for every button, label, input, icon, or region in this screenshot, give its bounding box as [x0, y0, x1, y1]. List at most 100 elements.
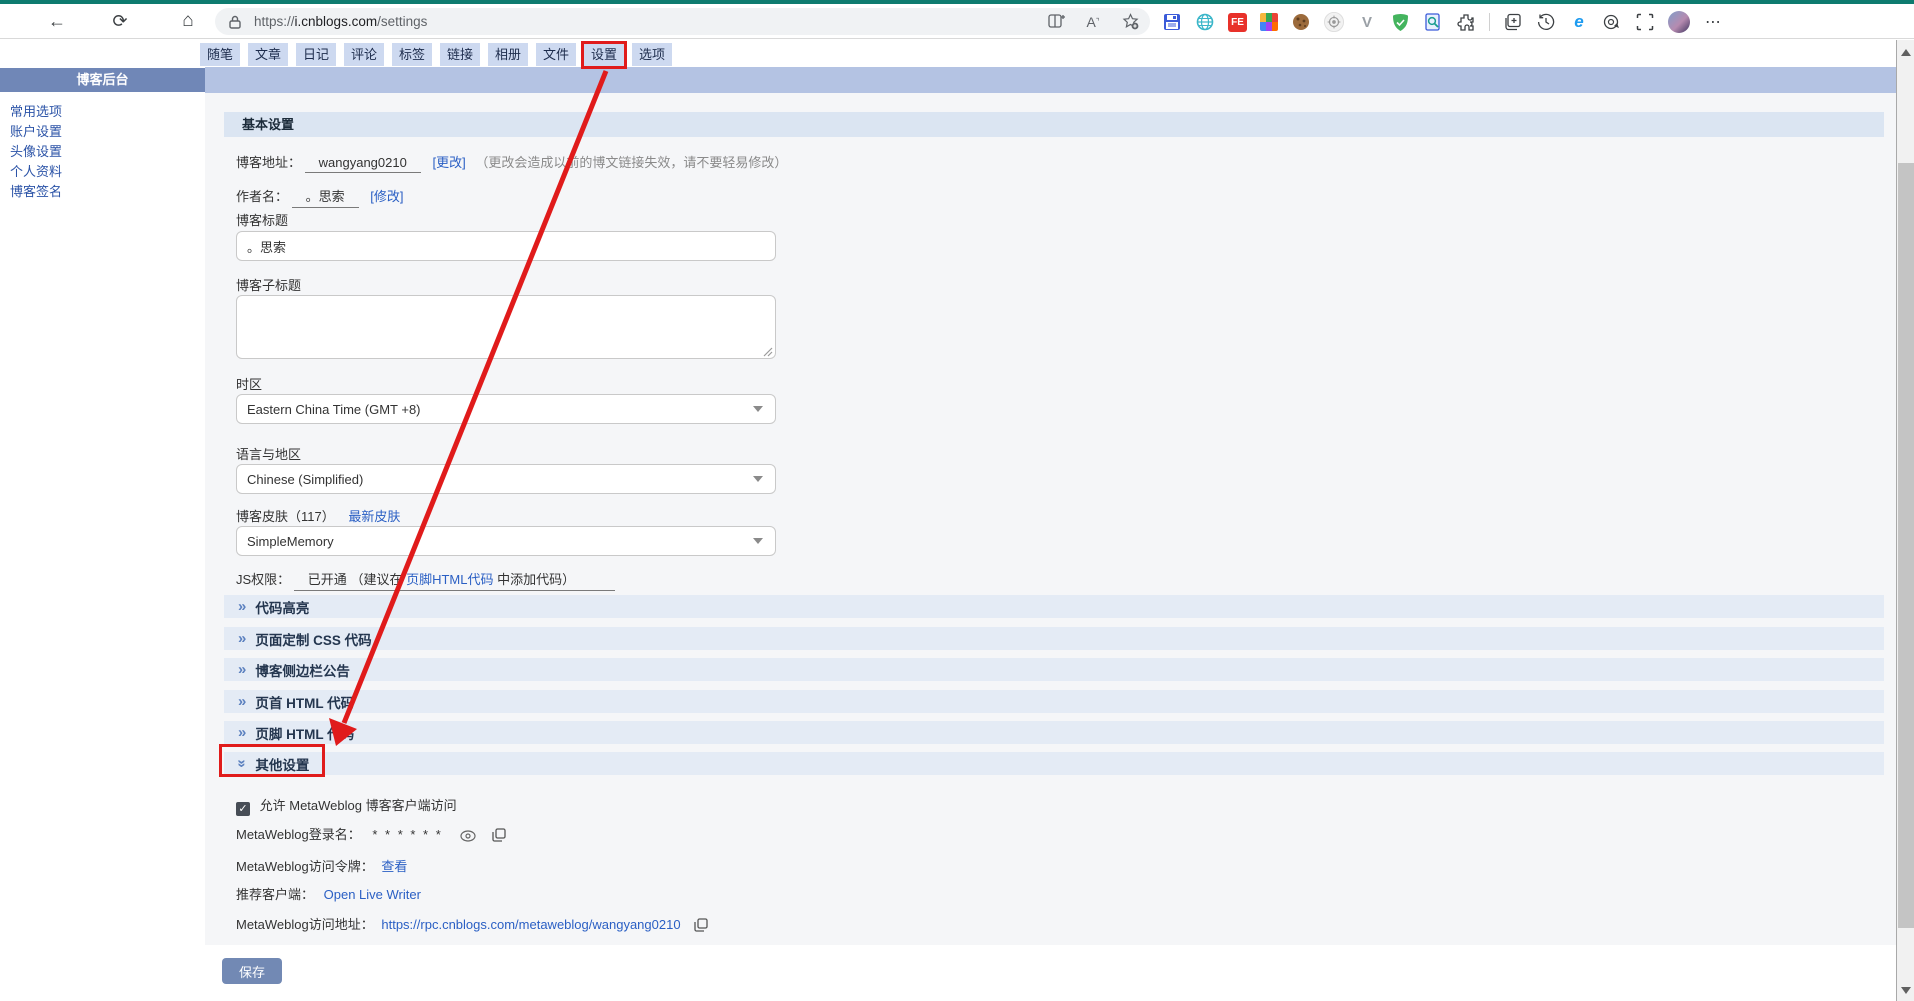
footer-html-link[interactable]: 页脚HTML代码 [406, 572, 493, 587]
skin-row: 博客皮肤（117） 最新皮肤 [236, 506, 400, 525]
home-icon[interactable]: ⌂ [176, 9, 200, 33]
chevron-collapsed-icon: » [238, 630, 247, 647]
recommended-client-label: 推荐客户端： [236, 887, 315, 902]
tab-1[interactable]: 随笔 [200, 43, 240, 66]
round-extension-icon[interactable] [1324, 12, 1344, 32]
resize-grip-icon[interactable] [763, 347, 773, 357]
metaweblog-endpoint-row: MetaWeblog访问地址： https://rpc.cnblogs.com/… [236, 914, 708, 933]
collapsed-section-3[interactable]: » 博客侧边栏公告 [224, 658, 1884, 681]
collapsed-section-4[interactable]: » 页首 HTML 代码 [224, 690, 1884, 713]
adguard-shield-icon[interactable] [1390, 12, 1410, 32]
lock-icon[interactable] [225, 12, 245, 32]
web-clipper-icon[interactable] [1195, 12, 1215, 32]
settings-main: 基本设置 博客地址： wangyang0210 [更改] （更改会造成以前的博文… [205, 93, 1896, 945]
chevron-collapsed-icon: » [238, 598, 247, 615]
tab-7[interactable]: 相册 [488, 43, 528, 66]
cookie-extension-icon[interactable] [1291, 12, 1311, 32]
js-permission-value: 已开通 （建议在 页脚HTML代码 中添加代码） [293, 569, 616, 591]
section-title: 代码高亮 [255, 600, 310, 616]
metaweblog-token-view-link[interactable]: 查看 [381, 859, 407, 874]
timezone-value: Eastern China Time (GMT +8) [247, 401, 421, 417]
sidebar-nav: 常用选项 账户设置 头像设置 个人资料 博客签名 [10, 102, 62, 202]
collapsed-section-5[interactable]: » 页脚 HTML 代码 [224, 721, 1884, 744]
dropdown-caret-icon [753, 406, 763, 412]
chevron-collapsed-icon: » [238, 693, 247, 710]
tab-4[interactable]: 评论 [344, 43, 384, 66]
page-scrollbar[interactable] [1896, 40, 1914, 1001]
collapsed-section-2[interactable]: » 页面定制 CSS 代码 [224, 627, 1884, 650]
metaweblog-login-row: MetaWeblog登录名： * * * * * * [236, 824, 506, 843]
blog-subtitle-label: 博客子标题 [236, 278, 302, 293]
tab-10[interactable]: 选项 [632, 43, 672, 66]
web-capture-icon[interactable] [1635, 12, 1655, 32]
blog-address-change-link[interactable]: [更改] [432, 155, 465, 170]
latest-skin-link[interactable]: 最新皮肤 [348, 509, 400, 524]
tab-2[interactable]: 文章 [248, 43, 288, 66]
v-extension-icon[interactable]: V [1357, 12, 1377, 32]
scroll-down-icon[interactable] [1901, 987, 1911, 994]
url-text: https://i.cnblogs.com/settings [254, 14, 428, 29]
skin-label: 博客皮肤（117） [236, 509, 335, 524]
tab-3[interactable]: 日记 [296, 43, 336, 66]
history-icon[interactable] [1536, 12, 1556, 32]
js-permission-label: JS权限： [236, 572, 291, 587]
split-screen-icon[interactable] [1046, 12, 1066, 32]
search-doc-extension-icon[interactable] [1423, 12, 1443, 32]
save-button[interactable]: 保存 [222, 958, 282, 984]
timezone-select[interactable]: Eastern China Time (GMT +8) [236, 394, 776, 424]
section-title: 博客侧边栏公告 [255, 663, 350, 679]
read-aloud-icon[interactable]: A ⌝ [1083, 12, 1103, 32]
save-extension-icon[interactable] [1162, 12, 1182, 32]
other-settings-bar[interactable]: » 其他设置 [224, 752, 1884, 775]
tab-5[interactable]: 标签 [392, 43, 432, 66]
timezone-label: 时区 [236, 377, 263, 392]
skin-select[interactable]: SimpleMemory [236, 526, 776, 556]
blog-address-value: wangyang0210 [304, 155, 421, 173]
sidebar-item-2[interactable]: 账户设置 [10, 122, 62, 142]
open-live-writer-link[interactable]: Open Live Writer [324, 887, 421, 902]
tab-6[interactable]: 链接 [440, 43, 480, 66]
sidebar-header: 博客后台 [0, 68, 205, 92]
author-edit-link[interactable]: [修改] [370, 189, 403, 204]
header-band [205, 67, 1896, 93]
annotation-box-other-settings [219, 744, 325, 777]
chevron-collapsed-icon: » [238, 661, 247, 678]
sidebar-item-4[interactable]: 个人资料 [10, 162, 62, 182]
scroll-up-icon[interactable] [1901, 49, 1911, 56]
back-icon[interactable]: ← [45, 9, 69, 33]
copy-icon[interactable] [492, 828, 506, 842]
settings-more-icon[interactable]: ⋯ [1703, 12, 1723, 32]
extensions-puzzle-icon[interactable] [1456, 12, 1476, 32]
metaweblog-login-value: * * * * * * [372, 827, 443, 842]
tab-8[interactable]: 文件 [536, 43, 576, 66]
sidebar-item-1[interactable]: 常用选项 [10, 102, 62, 122]
blog-title-input[interactable] [236, 231, 776, 261]
metaweblog-endpoint-link[interactable]: https://rpc.cnblogs.com/metaweblog/wangy… [381, 917, 680, 932]
color-palette-extension-icon[interactable] [1260, 13, 1278, 31]
scrollbar-thumb[interactable] [1898, 163, 1914, 928]
dropdown-caret-icon [753, 538, 763, 544]
copy-icon[interactable] [694, 918, 708, 932]
metaweblog-token-label: MetaWeblog访问令牌： [236, 859, 374, 874]
blog-subtitle-textarea[interactable] [236, 295, 776, 359]
web-select-camera-icon[interactable] [1602, 12, 1622, 32]
fe-extension-icon[interactable]: FE [1228, 12, 1247, 32]
sidebar-item-3[interactable]: 头像设置 [10, 142, 62, 162]
author-value: 。思索 [291, 186, 359, 208]
blog-address-row: 博客地址： wangyang0210 [更改] （更改会造成以前的博文链接失效，… [236, 152, 787, 173]
language-value: Chinese (Simplified) [247, 471, 364, 487]
metaweblog-endpoint-label: MetaWeblog访问地址： [236, 917, 374, 932]
dropdown-caret-icon [753, 476, 763, 482]
reveal-eye-icon[interactable] [460, 830, 477, 842]
favorite-star-icon[interactable] [1120, 12, 1140, 32]
sidebar-item-5[interactable]: 博客签名 [10, 182, 62, 202]
metaweblog-allow-checkbox[interactable]: ✓ [236, 802, 250, 816]
language-select[interactable]: Chinese (Simplified) [236, 464, 776, 494]
profile-avatar[interactable] [1668, 11, 1690, 33]
refresh-icon[interactable]: ⟳ [108, 9, 132, 33]
address-bar[interactable]: https://i.cnblogs.com/settings A ⌝ [215, 8, 1150, 35]
collections-icon[interactable] [1503, 12, 1523, 32]
collapsed-section-1[interactable]: » 代码高亮 [224, 595, 1884, 618]
extensions-row: FE V e ⋯ [1162, 8, 1723, 36]
ie-mode-icon[interactable]: e [1569, 12, 1589, 32]
